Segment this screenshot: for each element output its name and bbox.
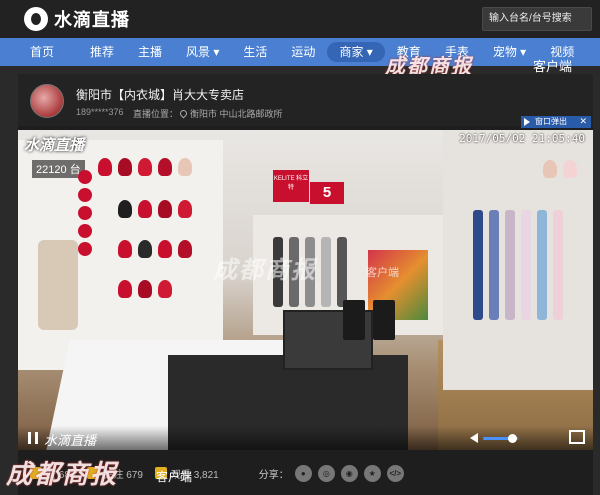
video-item [78, 242, 92, 256]
video-brand: 水滴直播 [44, 433, 97, 448]
video-sign-kelite: KELITE 科立特 [273, 170, 309, 202]
volume-icon[interactable] [470, 433, 478, 443]
video-item [321, 237, 331, 307]
qzone-icon[interactable]: ★ [363, 464, 381, 482]
top-bar: 水滴直播 输入台名/台号搜索 [0, 0, 600, 38]
water-drop-icon [24, 7, 48, 31]
video-item [178, 240, 192, 258]
channel-header: 衡阳市【内衣城】肖大大专卖店 189*****376 直播位置： 衡阳市 中山北路… [18, 74, 593, 128]
main-nav: 首页 推荐 主播 风景 ▾ 生活 运动 商家 ▾ 教育 手表 宠物 ▾ 视频 [0, 38, 600, 66]
nav-item-home[interactable]: 首页 [0, 42, 78, 62]
avatar[interactable] [30, 84, 64, 118]
video-item [505, 210, 515, 320]
nav-item-scenery[interactable]: 风景 ▾ [174, 42, 231, 62]
video-item [138, 280, 152, 298]
site-logo[interactable]: 水滴直播 [24, 6, 130, 32]
nav-item-sports[interactable]: 运动 [279, 42, 327, 62]
embed-icon[interactable]: </> [386, 464, 404, 482]
volume-knob[interactable] [507, 434, 517, 443]
logo-text: 水滴直播 [54, 10, 130, 30]
nav-item-pets[interactable]: 宠物 ▾ [481, 42, 538, 62]
video-item [178, 158, 192, 176]
video-item [78, 188, 92, 202]
video-item [473, 210, 483, 320]
popout-label: 窗口弹出 [535, 117, 567, 126]
footer-watermark: 成都商报 [6, 459, 119, 489]
nav-item-recommend[interactable]: 推荐 [78, 42, 126, 62]
video-item [138, 158, 152, 176]
video-item [118, 280, 132, 298]
video-item [337, 237, 347, 307]
video-item [158, 158, 172, 176]
close-icon[interactable]: ✕ [579, 115, 587, 127]
volume-slider[interactable] [483, 434, 519, 443]
weibo-icon[interactable]: ◎ [317, 464, 335, 482]
location-pin-icon [178, 108, 189, 119]
video-item [138, 240, 152, 258]
video-item [537, 210, 547, 320]
video-watermark-sub: 客户端 [366, 267, 399, 279]
viewer-count-badge: 22120 台 [32, 160, 85, 178]
fullscreen-icon[interactable] [569, 430, 585, 444]
pause-icon[interactable] [28, 432, 38, 444]
nav-item-life[interactable]: 生活 [231, 42, 279, 62]
video-item [118, 240, 132, 258]
location-text: 衡阳市 中山北路邮政所 [190, 109, 283, 119]
nav-item-anchor[interactable]: 主播 [126, 42, 174, 62]
video-item [78, 170, 92, 184]
video-speaker [373, 300, 395, 340]
popout-window-button[interactable]: 窗口弹出 ✕ [521, 116, 591, 128]
channel-phone: 189*****376 [76, 107, 124, 117]
video-item [138, 200, 152, 218]
qq-icon[interactable]: ◉ [340, 464, 358, 482]
video-item [38, 240, 78, 330]
video-item [553, 210, 563, 320]
wechat-icon[interactable]: ● [294, 464, 312, 482]
video-item [158, 200, 172, 218]
newspaper-watermark-sub: 客户端 [533, 59, 573, 74]
nav-item-merchants[interactable]: 商家 ▾ [327, 42, 385, 62]
channel-panel: 衡阳市【内衣城】肖大大专卖店 189*****376 直播位置： 衡阳市 中山北路… [6, 74, 593, 495]
video-timestamp: 2017/05/02 21:05:40 [459, 132, 585, 145]
video-item [118, 158, 132, 176]
search-input[interactable]: 输入台名/台号搜索 [482, 7, 592, 31]
video-controls: 水滴直播 [18, 426, 593, 450]
video-item [98, 158, 112, 176]
video-sign-5: 5 [310, 182, 344, 204]
channel-footer: 赞 683 关注 679 观看 3,821 分享： ● ◎ ◉ ★ </> 成都… [6, 456, 593, 490]
video-player[interactable]: KELITE 科立特 5 水滴直播 22120 台 2017/05/02 21:… [18, 130, 593, 450]
video-item [178, 200, 192, 218]
video-item [78, 224, 92, 238]
video-item [489, 210, 499, 320]
video-item [158, 280, 172, 298]
video-item [118, 200, 132, 218]
video-item [521, 210, 531, 320]
share-label: 分享： [258, 469, 289, 481]
location-label: 直播位置： [133, 109, 179, 119]
video-item [78, 206, 92, 220]
video-rack-right [443, 130, 593, 390]
location-row: 直播位置： 衡阳市 中山北路邮政所 [133, 107, 283, 120]
video-speaker [343, 300, 365, 340]
video-item [543, 160, 557, 178]
video-logo: 水滴直播 [24, 137, 85, 154]
channel-title: 衡阳市【内衣城】肖大大专卖店 [76, 88, 245, 102]
video-item [563, 160, 577, 178]
video-red-tags [78, 170, 92, 260]
video-item [158, 240, 172, 258]
video-watermark: 成都商报 [213, 257, 317, 284]
footer-watermark-sub: 客户端 [156, 470, 193, 484]
